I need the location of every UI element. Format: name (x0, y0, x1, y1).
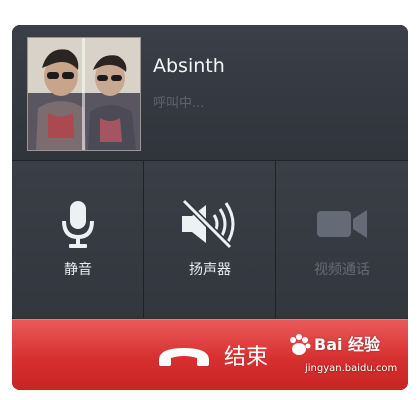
watermark-url: jingyan.baidu.com (305, 363, 398, 374)
speaker-button[interactable]: 扬声器 (144, 161, 276, 318)
video-call-button[interactable]: 视频通话 (276, 161, 408, 318)
microphone-icon (12, 199, 144, 249)
speaker-muted-icon (144, 198, 276, 250)
baidu-watermark: Bai 经验 jingyan.baidu.com (285, 331, 405, 391)
mute-label: 静音 (64, 262, 92, 278)
caller-name: Absinth (153, 55, 225, 77)
video-camera-icon (276, 199, 408, 249)
caller-header: Absinth 呼叫中... (12, 25, 408, 161)
baidu-paw-icon (290, 334, 311, 355)
caller-avatar (27, 37, 141, 151)
watermark-brand: Bai 经验 (314, 335, 381, 354)
call-controls: 静音 扬声器 视频通话 (12, 161, 408, 318)
call-status: 呼叫中... (153, 96, 205, 111)
mute-button[interactable]: 静音 (12, 161, 144, 318)
video-call-label: 视频通话 (314, 262, 370, 278)
speaker-label: 扬声器 (189, 262, 231, 278)
end-call-label: 结束 (224, 345, 269, 370)
phone-hangup-icon (155, 342, 213, 374)
